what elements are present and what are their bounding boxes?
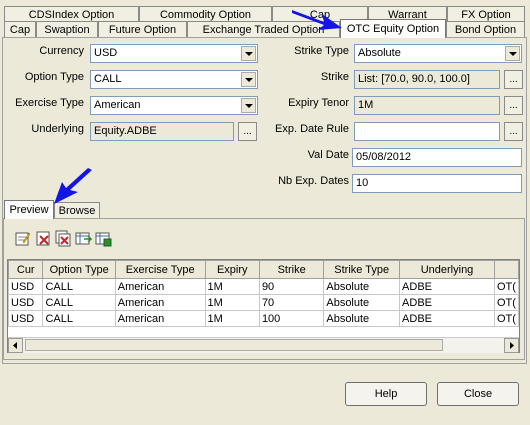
column-header-truncated[interactable] — [493, 260, 519, 279]
table-cell: 100 — [258, 310, 325, 327]
edit-icon[interactable] — [14, 230, 31, 247]
chevron-down-icon[interactable] — [241, 98, 256, 113]
annotation-arrow-icon — [292, 10, 342, 30]
strike-label: Strike — [320, 71, 349, 83]
table-row[interactable]: USD CALL American 1M 90 Absolute ADBE OT… — [8, 278, 519, 295]
exercise-type-label: Exercise Type — [15, 97, 84, 109]
arrow-right-icon — [510, 342, 514, 349]
table-header-row: Cur Option Type Exercise Type Expiry Str… — [8, 260, 519, 279]
nb-exp-dates-label: Nb Exp. Dates — [278, 175, 349, 187]
table-cell: 1M — [204, 310, 260, 327]
scroll-right-button[interactable] — [504, 338, 519, 353]
strike-type-label: Strike Type — [294, 45, 349, 57]
table-cell: OT( — [493, 278, 519, 295]
underlying-browse-button[interactable]: ... — [238, 122, 257, 141]
chevron-down-icon[interactable] — [241, 46, 256, 61]
nb-exp-dates-field[interactable]: 10 — [352, 174, 522, 193]
table-cell: ADBE — [399, 278, 495, 295]
column-header-strike-type[interactable]: Strike Type — [323, 260, 401, 279]
table-cell: OT( — [493, 310, 519, 327]
table-cell: 70 — [258, 294, 325, 311]
val-date-label: Val Date — [307, 149, 349, 161]
column-header-option-type[interactable]: Option Type — [42, 260, 116, 279]
table-cell: American — [114, 278, 206, 295]
export-icon[interactable] — [95, 230, 112, 247]
arrow-left-icon — [13, 342, 17, 349]
column-header-underlying[interactable]: Underlying — [399, 260, 495, 279]
table-row[interactable]: USD CALL American 1M 100 Absolute ADBE O… — [8, 310, 519, 327]
column-header-exercise-type[interactable]: Exercise Type — [114, 260, 206, 279]
option-type-label: Option Type — [24, 71, 84, 83]
strike-field: List: [70.0, 90.0, 100.0] — [354, 70, 500, 89]
expiry-tenor-browse-button[interactable]: ... — [504, 96, 523, 115]
table-cell: 1M — [204, 294, 260, 311]
delete-row-icon[interactable] — [35, 230, 52, 247]
tab-bond-option[interactable]: Bond Option — [446, 21, 525, 38]
strike-browse-button[interactable]: ... — [504, 70, 523, 89]
currency-select[interactable]: USD — [90, 44, 258, 63]
table-cell: 1M — [204, 278, 260, 295]
tab-preview[interactable]: Preview — [4, 200, 54, 219]
column-header-cur[interactable]: Cur — [8, 260, 44, 279]
val-date-field[interactable]: 05/08/2012 — [352, 148, 522, 167]
table-cell: American — [114, 310, 206, 327]
table-cell: OT( — [493, 294, 519, 311]
table-cell: USD — [8, 278, 44, 295]
table-cell: CALL — [42, 294, 116, 311]
option-type-select[interactable]: CALL — [90, 70, 258, 89]
tab-cap[interactable]: Cap — [4, 21, 36, 38]
exp-date-rule-field[interactable] — [354, 122, 500, 141]
expiry-tenor-label: Expiry Tenor — [288, 97, 349, 109]
table-cell: USD — [8, 310, 44, 327]
chevron-down-icon[interactable] — [505, 46, 520, 61]
table-cell: ADBE — [399, 294, 495, 311]
import-icon[interactable] — [75, 230, 92, 247]
table-cell: CALL — [42, 310, 116, 327]
strike-type-select[interactable]: Absolute — [354, 44, 522, 63]
table-cell: ADBE — [399, 310, 495, 327]
table-cell: CALL — [42, 278, 116, 295]
delete-all-icon[interactable] — [55, 230, 72, 247]
tab-swaption[interactable]: Swaption — [36, 21, 98, 38]
preview-table-body: Cur Option Type Exercise Type Expiry Str… — [8, 260, 519, 327]
table-cell: Absolute — [323, 278, 401, 295]
annotation-arrow-icon — [54, 168, 92, 204]
close-button[interactable]: Close — [437, 382, 519, 406]
column-header-expiry[interactable]: Expiry — [204, 260, 260, 279]
chevron-down-icon[interactable] — [241, 72, 256, 87]
table-cell: Absolute — [323, 294, 401, 311]
table-cell: USD — [8, 294, 44, 311]
underlying-label: Underlying — [31, 123, 84, 135]
exp-date-rule-browse-button[interactable]: ... — [504, 122, 523, 141]
horizontal-scrollbar[interactable] — [8, 337, 519, 353]
scroll-left-button[interactable] — [8, 338, 23, 353]
tab-otc-equity-option[interactable]: OTC Equity Option — [340, 19, 446, 38]
scrollbar-thumb[interactable] — [25, 339, 443, 351]
table-cell: Absolute — [323, 310, 401, 327]
underlying-field: Equity.ADBE — [90, 122, 234, 141]
exp-date-rule-label: Exp. Date Rule — [275, 123, 349, 135]
table-row[interactable]: USD CALL American 1M 70 Absolute ADBE OT… — [8, 294, 519, 311]
table-cell: 90 — [258, 278, 325, 295]
expiry-tenor-field: 1M — [354, 96, 500, 115]
table-cell: American — [114, 294, 206, 311]
tab-future-option[interactable]: Future Option — [98, 21, 187, 38]
help-button[interactable]: Help — [345, 382, 427, 406]
currency-label: Currency — [39, 45, 84, 57]
column-header-strike[interactable]: Strike — [258, 260, 325, 279]
exercise-type-select[interactable]: American — [90, 96, 258, 115]
